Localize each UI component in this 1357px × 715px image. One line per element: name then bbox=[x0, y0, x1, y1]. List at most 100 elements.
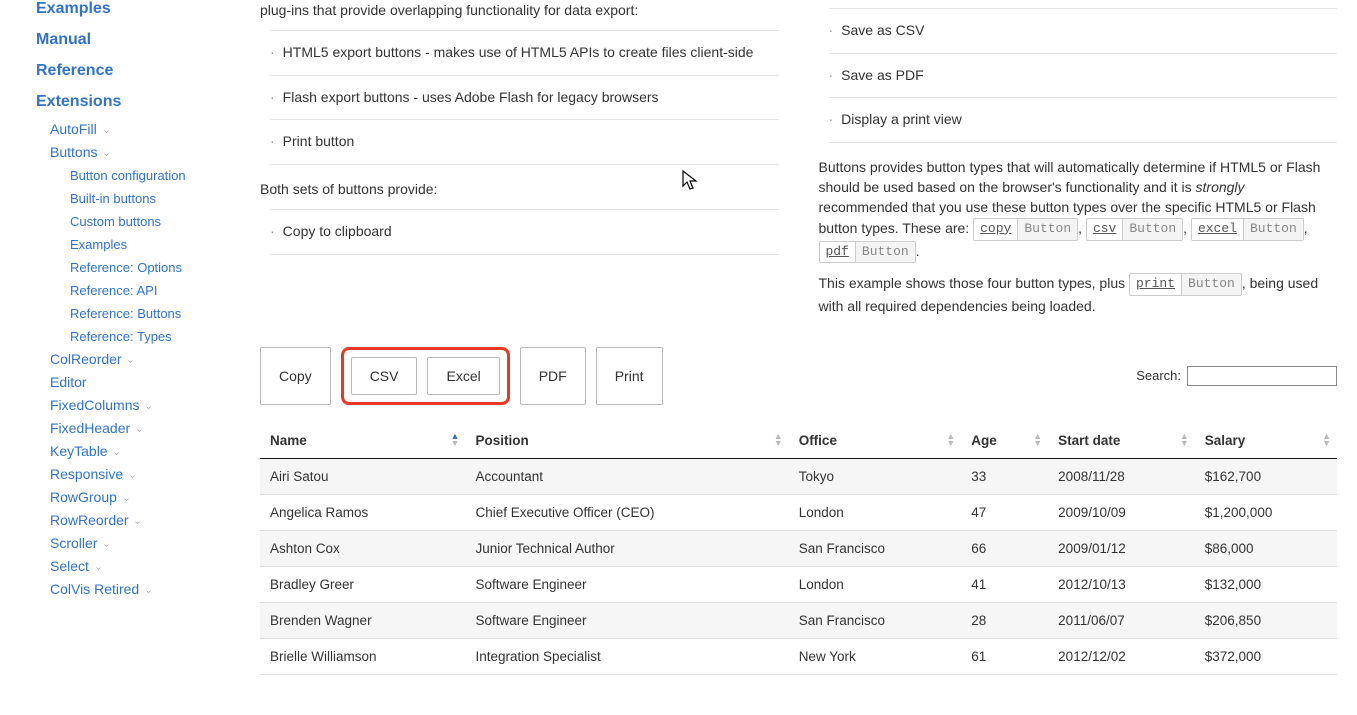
sidebar-subitem-built-in-buttons[interactable]: Built-in buttons bbox=[70, 191, 156, 206]
sidebar-item-autofill[interactable]: AutoFill bbox=[50, 121, 97, 137]
table-cell: $162,700 bbox=[1195, 458, 1337, 494]
table-cell: 2009/10/09 bbox=[1048, 494, 1195, 530]
sort-icon: ▲▼ bbox=[451, 433, 460, 447]
table-row: Bradley GreerSoftware EngineerLondon4120… bbox=[260, 566, 1337, 602]
table-cell: Bradley Greer bbox=[260, 566, 465, 602]
table-cell: 2009/01/12 bbox=[1048, 530, 1195, 566]
list-item: Save as PDF bbox=[829, 53, 1338, 98]
sidebar-item-scroller[interactable]: Scroller bbox=[50, 535, 97, 551]
sidebar-item-fixedheader[interactable]: FixedHeader bbox=[50, 420, 130, 436]
code-copy[interactable]: copyButton bbox=[973, 218, 1078, 241]
chevron-down-icon: › bbox=[144, 406, 155, 409]
table-cell: 66 bbox=[961, 530, 1048, 566]
table-row: Brielle WilliamsonIntegration Specialist… bbox=[260, 638, 1337, 674]
sidebar-subitem-reference-buttons[interactable]: Reference: Buttons bbox=[70, 306, 181, 321]
search-label: Search: bbox=[1136, 368, 1181, 383]
sidebar-item-fixedcolumns[interactable]: FixedColumns bbox=[50, 397, 139, 413]
table-cell: New York bbox=[789, 638, 962, 674]
print-button[interactable]: Print bbox=[596, 347, 663, 405]
code-csv[interactable]: csvButton bbox=[1086, 218, 1183, 241]
table-cell: 41 bbox=[961, 566, 1048, 602]
chevron-down-icon: › bbox=[93, 567, 104, 570]
export-plugins-list: HTML5 export buttons - makes use of HTML… bbox=[270, 30, 779, 165]
code-excel[interactable]: excelButton bbox=[1191, 218, 1304, 241]
table-cell: 2011/06/07 bbox=[1048, 602, 1195, 638]
table-cell: 47 bbox=[961, 494, 1048, 530]
col-position[interactable]: Position▲▼ bbox=[465, 423, 788, 459]
table-cell: Junior Technical Author bbox=[465, 530, 788, 566]
csv-button[interactable]: CSV bbox=[351, 357, 418, 395]
sidebar-item-buttons[interactable]: Buttons bbox=[50, 144, 97, 160]
code-pdf[interactable]: pdfButton bbox=[819, 241, 916, 264]
sidebar-subitem-reference-api[interactable]: Reference: API bbox=[70, 283, 157, 298]
table-cell: $132,000 bbox=[1195, 566, 1337, 602]
chevron-down-icon: › bbox=[143, 590, 154, 593]
col-office[interactable]: Office▲▼ bbox=[789, 423, 962, 459]
sort-icon: ▲▼ bbox=[774, 433, 783, 447]
chevron-down-icon: › bbox=[102, 544, 113, 547]
sidebar: Examples Manual Reference Extensions Aut… bbox=[0, 0, 225, 715]
table-cell: $206,850 bbox=[1195, 602, 1337, 638]
left-column: plug-ins that provide overlapping functi… bbox=[260, 0, 779, 327]
table-cell: $1,200,000 bbox=[1195, 494, 1337, 530]
sidebar-subitem-button-configuration[interactable]: Button configuration bbox=[70, 168, 186, 183]
table-cell: San Francisco bbox=[789, 530, 962, 566]
list-item: Print button bbox=[270, 119, 779, 165]
auto-determine-paragraph: Buttons provides button types that will … bbox=[819, 157, 1338, 264]
table-cell: 2008/11/28 bbox=[1048, 458, 1195, 494]
col-salary[interactable]: Salary▲▼ bbox=[1195, 423, 1337, 459]
table-cell: Accountant bbox=[465, 458, 788, 494]
table-cell: 33 bbox=[961, 458, 1048, 494]
intro-tail: plug-ins that provide overlapping functi… bbox=[260, 0, 779, 20]
sidebar-item-colreorder[interactable]: ColReorder bbox=[50, 351, 122, 367]
col-name[interactable]: Name▲▼ bbox=[260, 423, 465, 459]
nav-extensions[interactable]: Extensions bbox=[36, 93, 121, 110]
sidebar-item-keytable[interactable]: KeyTable bbox=[50, 443, 108, 459]
table-cell: $86,000 bbox=[1195, 530, 1337, 566]
col-age[interactable]: Age▲▼ bbox=[961, 423, 1048, 459]
col-start-date[interactable]: Start date▲▼ bbox=[1048, 423, 1195, 459]
nav-reference[interactable]: Reference bbox=[36, 62, 113, 79]
sort-icon: ▲▼ bbox=[1180, 433, 1189, 447]
table-cell: Airi Satou bbox=[260, 458, 465, 494]
sidebar-subitem-reference-types[interactable]: Reference: Types bbox=[70, 329, 172, 344]
button-bar: Copy CSV Excel PDF Print Search: bbox=[260, 347, 1337, 405]
chevron-down-icon: › bbox=[127, 475, 138, 478]
sidebar-item-select[interactable]: Select bbox=[50, 558, 89, 574]
excel-button[interactable]: Excel bbox=[427, 357, 499, 395]
table-row: Angelica RamosChief Executive Officer (C… bbox=[260, 494, 1337, 530]
table-cell: London bbox=[789, 494, 962, 530]
table-cell: Integration Specialist bbox=[465, 638, 788, 674]
chevron-down-icon: › bbox=[101, 130, 112, 133]
chevron-down-icon: › bbox=[112, 452, 123, 455]
both-provide: Both sets of buttons provide: bbox=[260, 179, 779, 199]
sidebar-subitem-examples[interactable]: Examples bbox=[70, 237, 127, 252]
copy-button[interactable]: Copy bbox=[260, 347, 331, 405]
sidebar-item-editor[interactable]: Editor bbox=[50, 374, 87, 390]
code-print[interactable]: printButton bbox=[1129, 273, 1242, 296]
list-item: HTML5 export buttons - makes use of HTML… bbox=[270, 30, 779, 75]
pdf-button[interactable]: PDF bbox=[520, 347, 586, 405]
nav-manual[interactable]: Manual bbox=[36, 31, 91, 48]
table-cell: Chief Executive Officer (CEO) bbox=[465, 494, 788, 530]
list-item: Display a print view bbox=[829, 97, 1338, 143]
sidebar-subitem-reference-options[interactable]: Reference: Options bbox=[70, 260, 182, 275]
table-cell: $372,000 bbox=[1195, 638, 1337, 674]
search-input[interactable] bbox=[1187, 366, 1337, 386]
sidebar-item-rowreorder[interactable]: RowReorder bbox=[50, 512, 129, 528]
table-cell: 28 bbox=[961, 602, 1048, 638]
highlight-annotation: CSV Excel bbox=[341, 347, 510, 405]
sort-icon: ▲▼ bbox=[1033, 433, 1042, 447]
sidebar-item-responsive[interactable]: Responsive bbox=[50, 466, 123, 482]
list-item: Flash export buttons - uses Adobe Flash … bbox=[270, 75, 779, 120]
sidebar-item-rowgroup[interactable]: RowGroup bbox=[50, 489, 117, 505]
main-content: plug-ins that provide overlapping functi… bbox=[225, 0, 1357, 715]
chevron-down-icon: › bbox=[102, 153, 113, 156]
sidebar-item-colvis-retired[interactable]: ColVis Retired bbox=[50, 581, 139, 597]
chevron-down-icon: › bbox=[133, 521, 144, 524]
nav-examples[interactable]: Examples bbox=[36, 0, 111, 17]
table-cell: Brielle Williamson bbox=[260, 638, 465, 674]
table-cell: Tokyo bbox=[789, 458, 962, 494]
list-item: Copy to clipboard bbox=[270, 209, 779, 255]
sidebar-subitem-custom-buttons[interactable]: Custom buttons bbox=[70, 214, 161, 229]
